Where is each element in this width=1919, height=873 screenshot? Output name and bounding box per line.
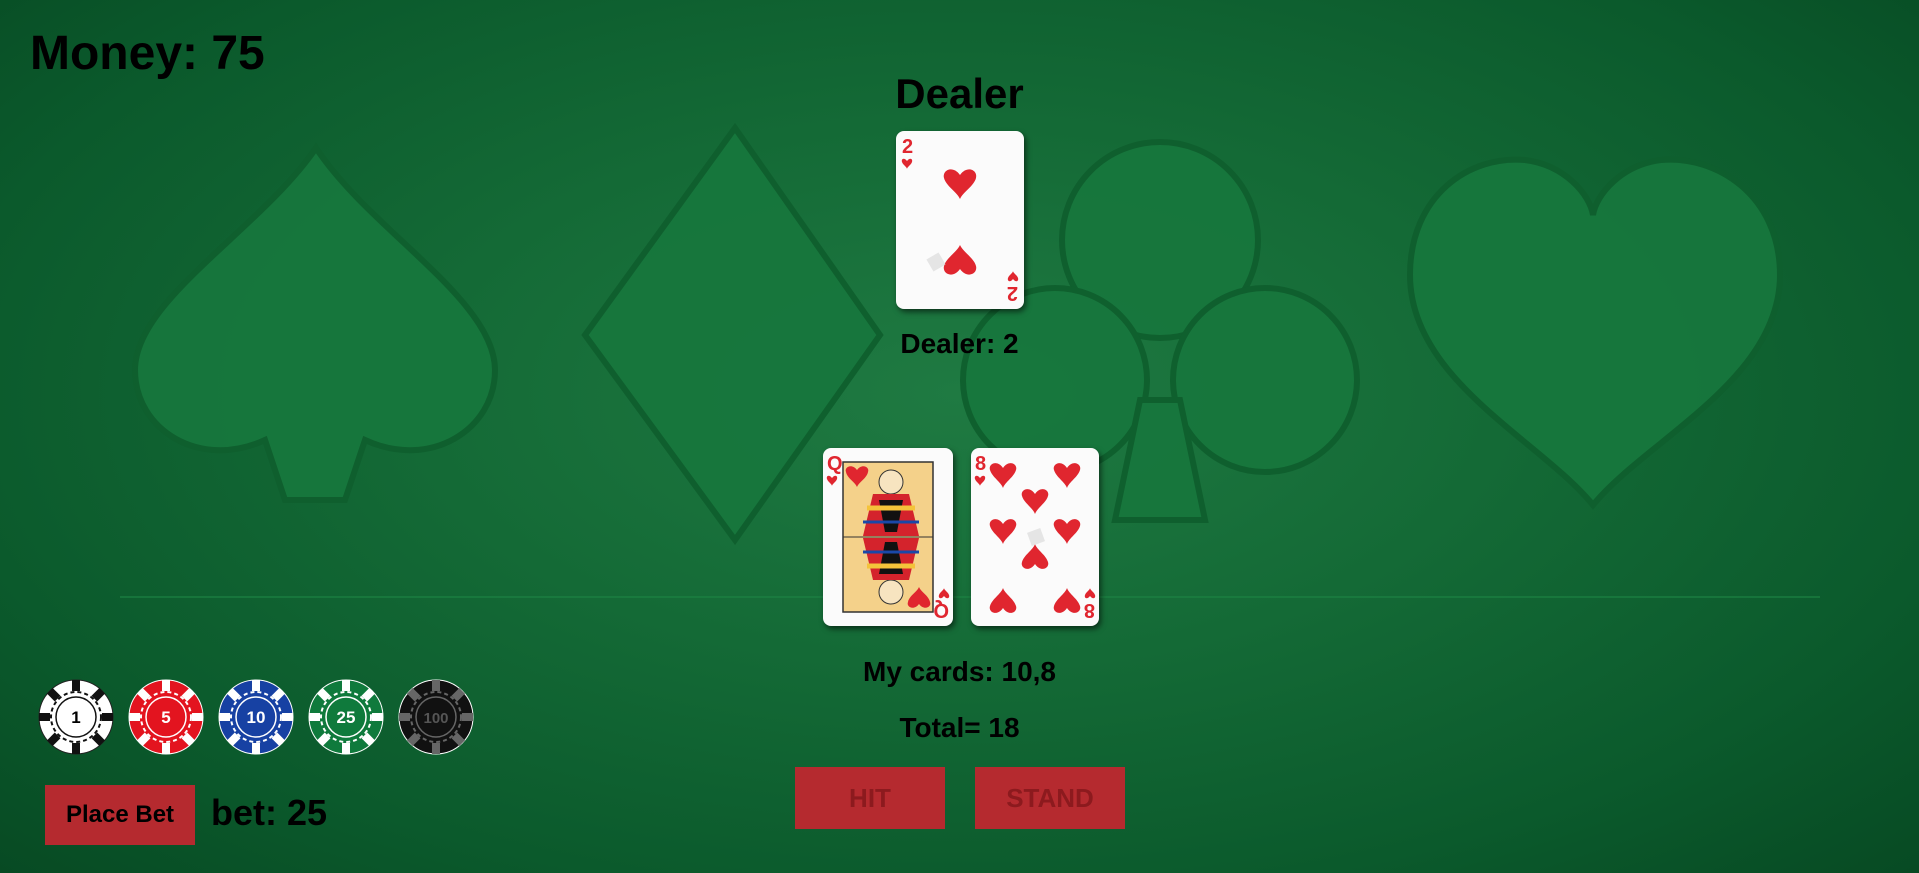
- card-rank-top: 2: [902, 136, 913, 158]
- dealer-heading: Dealer: [895, 70, 1024, 117]
- chip-25[interactable]: 25: [308, 679, 384, 755]
- chip-value-label: 10: [247, 708, 266, 727]
- queen-face-art: [842, 461, 934, 613]
- svg-text:2: 2: [1007, 282, 1018, 304]
- card-rank-top: Q: [827, 453, 843, 475]
- dealer-score: Dealer: 2: [900, 328, 1019, 359]
- chip-value-label: 1: [71, 708, 80, 727]
- svg-text:Q: Q: [933, 599, 949, 621]
- chip-value-label: 100: [423, 710, 448, 727]
- chip-100[interactable]: 100: [398, 679, 474, 755]
- chip-value-label: 5: [161, 708, 170, 727]
- heart-icon: [943, 245, 977, 275]
- heart-icon: [943, 169, 977, 199]
- spade-icon: [131, 142, 499, 503]
- chip-value-label: 25: [337, 708, 356, 727]
- card-rank-top: 8: [975, 453, 986, 475]
- player-card-2: 8 8: [971, 448, 1099, 626]
- place-bet-button[interactable]: Place Bet: [45, 785, 195, 845]
- chip-5[interactable]: 5: [128, 679, 204, 755]
- stand-button[interactable]: STAND: [975, 767, 1125, 829]
- hit-button[interactable]: HIT: [795, 767, 945, 829]
- bet-amount: bet: 25: [211, 792, 328, 833]
- player-card-1: Q Q: [823, 448, 953, 626]
- chip-1[interactable]: 1: [38, 679, 114, 755]
- dealer-card: 2 2: [896, 131, 1024, 309]
- chip-10[interactable]: 10: [218, 679, 294, 755]
- svg-text:8: 8: [1084, 599, 1095, 621]
